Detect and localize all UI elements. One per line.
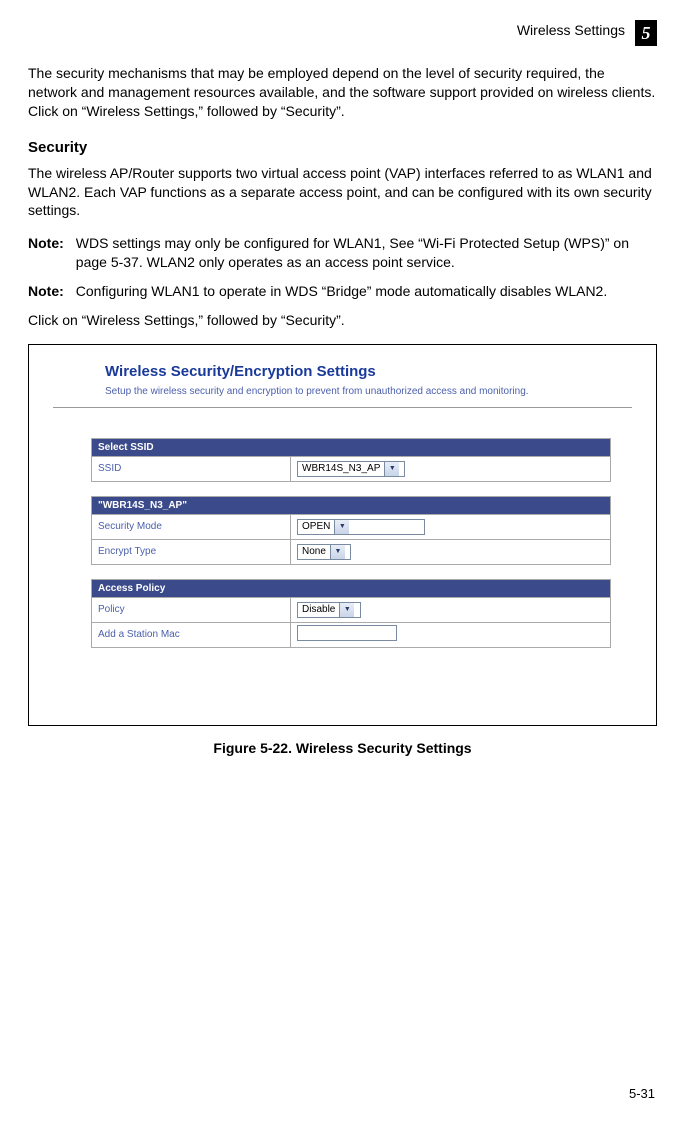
page-number: 5-31	[629, 1086, 655, 1101]
encrypt-type-value: None	[298, 546, 330, 557]
encrypt-type-cell: None ▼	[291, 539, 611, 564]
encrypt-type-select[interactable]: None ▼	[297, 544, 351, 560]
note-1-text: WDS settings may only be configured for …	[76, 234, 657, 272]
click-paragraph: Click on “Wireless Settings,” followed b…	[28, 311, 657, 330]
chevron-down-icon: ▼	[339, 603, 354, 617]
table-row: Policy Disable ▼	[92, 597, 611, 622]
panel-divider	[53, 407, 632, 408]
chevron-down-icon: ▼	[384, 462, 399, 476]
ssid-select[interactable]: WBR14S_N3_AP ▼	[297, 461, 405, 477]
add-station-input[interactable]	[297, 625, 397, 641]
add-station-cell	[291, 622, 611, 647]
figure-caption: Figure 5-22. Wireless Security Settings	[28, 740, 657, 756]
page-content: Wireless Settings 5 The security mechani…	[0, 0, 685, 756]
table-row: SSID WBR14S_N3_AP ▼	[92, 456, 611, 481]
ssid-label: SSID	[92, 456, 291, 481]
table-row: Add a Station Mac	[92, 622, 611, 647]
note-2-text: Configuring WLAN1 to operate in WDS “Bri…	[76, 282, 657, 301]
security-mode-cell: OPEN ▼	[291, 514, 611, 539]
ssid-section-table: "WBR14S_N3_AP" Security Mode OPEN ▼ Encr…	[91, 496, 611, 565]
select-ssid-header: Select SSID	[92, 438, 611, 456]
chevron-down-icon: ▼	[334, 520, 349, 534]
ssid-select-value: WBR14S_N3_AP	[298, 463, 384, 474]
panel-subtitle: Setup the wireless security and encrypti…	[105, 386, 632, 397]
encrypt-type-label: Encrypt Type	[92, 539, 291, 564]
policy-select[interactable]: Disable ▼	[297, 602, 361, 618]
ssid-section-header: "WBR14S_N3_AP"	[92, 496, 611, 514]
chevron-down-icon: ▼	[330, 545, 345, 559]
policy-cell: Disable ▼	[291, 597, 611, 622]
note-row-1: Note: WDS settings may only be configure…	[28, 234, 657, 272]
policy-label: Policy	[92, 597, 291, 622]
ssid-cell: WBR14S_N3_AP ▼	[291, 456, 611, 481]
table-row: Security Mode OPEN ▼	[92, 514, 611, 539]
security-paragraph: The wireless AP/Router supports two virt…	[28, 164, 657, 221]
security-mode-value: OPEN	[298, 521, 334, 532]
intro-paragraph: The security mechanisms that may be empl…	[28, 64, 657, 121]
panel-title: Wireless Security/Encryption Settings	[105, 363, 632, 380]
chapter-number-box: 5	[635, 20, 657, 46]
header-section-title: Wireless Settings	[517, 20, 625, 38]
table-row: Encrypt Type None ▼	[92, 539, 611, 564]
note-label: Note:	[28, 282, 64, 301]
security-mode-select[interactable]: OPEN ▼	[297, 519, 425, 535]
figure-screenshot: Wireless Security/Encryption Settings Se…	[28, 344, 657, 726]
note-label: Note:	[28, 234, 64, 253]
access-policy-table: Access Policy Policy Disable ▼ Add a Sta…	[91, 579, 611, 648]
note-row-2: Note: Configuring WLAN1 to operate in WD…	[28, 282, 657, 301]
security-mode-label: Security Mode	[92, 514, 291, 539]
security-heading: Security	[28, 139, 657, 156]
add-station-label: Add a Station Mac	[92, 622, 291, 647]
select-ssid-table: Select SSID SSID WBR14S_N3_AP ▼	[91, 438, 611, 482]
page-header: Wireless Settings 5	[28, 20, 657, 46]
policy-value: Disable	[298, 604, 339, 615]
access-policy-header: Access Policy	[92, 579, 611, 597]
